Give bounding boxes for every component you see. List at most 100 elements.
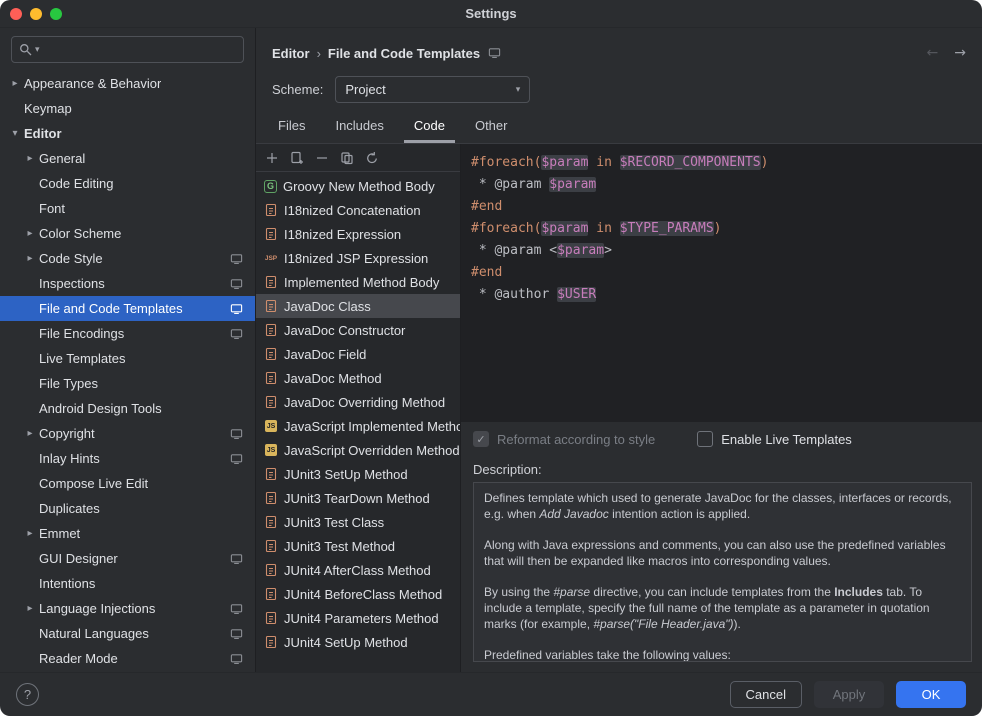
scheme-select[interactable]: Project ▾	[335, 76, 530, 103]
sidebar-item-file-and-code-templates[interactable]: File and Code Templates	[0, 296, 255, 321]
sidebar-item-emmet[interactable]: ▸Emmet	[0, 521, 255, 546]
sidebar-item-compose-live-edit[interactable]: Compose Live Edit	[0, 471, 255, 496]
template-item-i18nized-expression[interactable]: I18nized Expression	[256, 222, 460, 246]
breadcrumb-separator-icon: ›	[317, 46, 321, 61]
template-item-javadoc-field[interactable]: JavaDoc Field	[256, 342, 460, 366]
template-item-junit3-setup-method[interactable]: JUnit3 SetUp Method	[256, 462, 460, 486]
file-template-icon	[263, 395, 279, 409]
ok-button[interactable]: OK	[896, 681, 966, 708]
sidebar-item-copyright[interactable]: ▸Copyright	[0, 421, 255, 446]
per-machine-icon	[230, 328, 243, 340]
code-line: #end	[471, 262, 972, 284]
template-list[interactable]: GGroovy New Method BodyI18nized Concaten…	[256, 172, 460, 672]
sidebar-item-duplicates[interactable]: Duplicates	[0, 496, 255, 521]
template-toolbar	[256, 144, 460, 172]
tab-other[interactable]: Other	[465, 109, 518, 143]
chevron-right-icon[interactable]: ▸	[21, 528, 39, 539]
template-item-junit4-setup-method[interactable]: JUnit4 SetUp Method	[256, 630, 460, 654]
back-icon[interactable]: ←	[927, 45, 939, 61]
search-icon	[19, 43, 32, 56]
sidebar-item-appearance-behavior[interactable]: ▸Appearance & Behavior	[0, 71, 255, 96]
sidebar-item-color-scheme[interactable]: ▸Color Scheme	[0, 221, 255, 246]
sidebar-item-natural-languages[interactable]: Natural Languages	[0, 621, 255, 646]
sidebar-item-keymap[interactable]: Keymap	[0, 96, 255, 121]
settings-window: Settings ▾ ▸Appearance & BehaviorKeymap▾…	[0, 0, 982, 716]
sidebar-item-label: Font	[39, 201, 65, 216]
chevron-right-icon[interactable]: ▸	[21, 153, 39, 164]
breadcrumb-editor[interactable]: Editor	[272, 46, 310, 61]
file-template-icon	[263, 515, 279, 529]
cancel-button[interactable]: Cancel	[730, 681, 802, 708]
settings-main: Editor › File and Code Templates ← → Sch…	[256, 28, 982, 672]
file-template-icon	[263, 539, 279, 553]
tab-includes[interactable]: Includes	[325, 109, 393, 143]
template-item-javascript-implemented-method-body[interactable]: JSJavaScript Implemented Method Body	[256, 414, 460, 438]
create-child-template-icon[interactable]	[286, 147, 308, 169]
chevron-right-icon[interactable]: ▸	[21, 228, 39, 239]
checkmark-icon: ✓	[476, 434, 485, 445]
template-item-i18nized-jsp-expression[interactable]: JSPI18nized JSP Expression	[256, 246, 460, 270]
sidebar-item-font[interactable]: Font	[0, 196, 255, 221]
sidebar-item-general[interactable]: ▸General	[0, 146, 255, 171]
zoom-button[interactable]	[50, 8, 62, 20]
sidebar-item-editor[interactable]: ▾Editor	[0, 121, 255, 146]
sidebar-item-gui-designer[interactable]: GUI Designer	[0, 546, 255, 571]
sidebar-item-inspections[interactable]: Inspections	[0, 271, 255, 296]
description-box[interactable]: Defines template which used to generate …	[473, 482, 972, 662]
settings-search-field[interactable]: ▾	[11, 36, 244, 63]
file-template-icon	[263, 563, 279, 577]
per-machine-icon	[230, 453, 243, 465]
sidebar-item-code-editing[interactable]: Code Editing	[0, 171, 255, 196]
template-item-javadoc-overriding-method[interactable]: JavaDoc Overriding Method	[256, 390, 460, 414]
template-item-javascript-overridden-method-body[interactable]: JSJavaScript Overridden Method Body	[256, 438, 460, 462]
template-item-groovy-new-method-body[interactable]: GGroovy New Method Body	[256, 174, 460, 198]
duplicate-icon[interactable]	[336, 147, 358, 169]
help-button[interactable]: ?	[16, 683, 39, 706]
file-template-icon	[263, 467, 279, 481]
forward-icon[interactable]: →	[954, 45, 966, 61]
template-item-junit3-test-class[interactable]: JUnit3 Test Class	[256, 510, 460, 534]
template-item-junit4-parameters-method[interactable]: JUnit4 Parameters Method	[256, 606, 460, 630]
tab-files[interactable]: Files	[268, 109, 315, 143]
template-item-junit4-afterclass-method[interactable]: JUnit4 AfterClass Method	[256, 558, 460, 582]
reset-icon[interactable]	[361, 147, 383, 169]
close-button[interactable]	[10, 8, 22, 20]
chevron-right-icon[interactable]: ▸	[21, 253, 39, 264]
chevron-right-icon[interactable]: ▸	[21, 428, 39, 439]
sidebar-item-live-templates[interactable]: Live Templates	[0, 346, 255, 371]
chevron-right-icon[interactable]: ▸	[6, 78, 24, 89]
chevron-down-icon[interactable]: ▾	[6, 128, 24, 139]
template-item-label: JavaDoc Class	[284, 299, 371, 314]
chevron-right-icon[interactable]: ▸	[21, 603, 39, 614]
template-item-junit4-beforeclass-method[interactable]: JUnit4 BeforeClass Method	[256, 582, 460, 606]
template-item-label: JavaScript Implemented Method Body	[284, 419, 460, 434]
reformat-checkbox[interactable]: ✓	[473, 431, 489, 447]
sidebar-item-android-design-tools[interactable]: Android Design Tools	[0, 396, 255, 421]
live-templates-checkbox[interactable]	[697, 431, 713, 447]
sidebar-item-label: Android Design Tools	[39, 401, 162, 416]
sidebar-item-reader-mode[interactable]: Reader Mode	[0, 646, 255, 671]
minimize-button[interactable]	[30, 8, 42, 20]
template-item-javadoc-method[interactable]: JavaDoc Method	[256, 366, 460, 390]
template-item-javadoc-class[interactable]: JavaDoc Class	[256, 294, 460, 318]
template-item-label: JUnit4 SetUp Method	[284, 635, 408, 650]
sidebar-item-file-types[interactable]: File Types	[0, 371, 255, 396]
tab-code[interactable]: Code	[404, 109, 455, 143]
sidebar-item-language-injections[interactable]: ▸Language Injections	[0, 596, 255, 621]
sidebar-item-file-encodings[interactable]: File Encodings	[0, 321, 255, 346]
template-item-junit3-test-method[interactable]: JUnit3 Test Method	[256, 534, 460, 558]
add-icon[interactable]	[261, 147, 283, 169]
template-item-implemented-method-body[interactable]: Implemented Method Body	[256, 270, 460, 294]
apply-button[interactable]: Apply	[814, 681, 884, 708]
live-templates-label: Enable Live Templates	[721, 432, 852, 447]
sidebar-item-code-style[interactable]: ▸Code Style	[0, 246, 255, 271]
sidebar-item-inlay-hints[interactable]: Inlay Hints	[0, 446, 255, 471]
code-editor[interactable]: #foreach($param in $RECORD_COMPONENTS) *…	[461, 144, 982, 422]
template-item-i18nized-concatenation[interactable]: I18nized Concatenation	[256, 198, 460, 222]
template-item-junit3-teardown-method[interactable]: JUnit3 TearDown Method	[256, 486, 460, 510]
template-item-javadoc-constructor[interactable]: JavaDoc Constructor	[256, 318, 460, 342]
remove-icon[interactable]	[311, 147, 333, 169]
sidebar-item-intentions[interactable]: Intentions	[0, 571, 255, 596]
search-options-chevron-icon[interactable]: ▾	[35, 45, 40, 55]
code-line: * @param $param	[471, 174, 972, 196]
